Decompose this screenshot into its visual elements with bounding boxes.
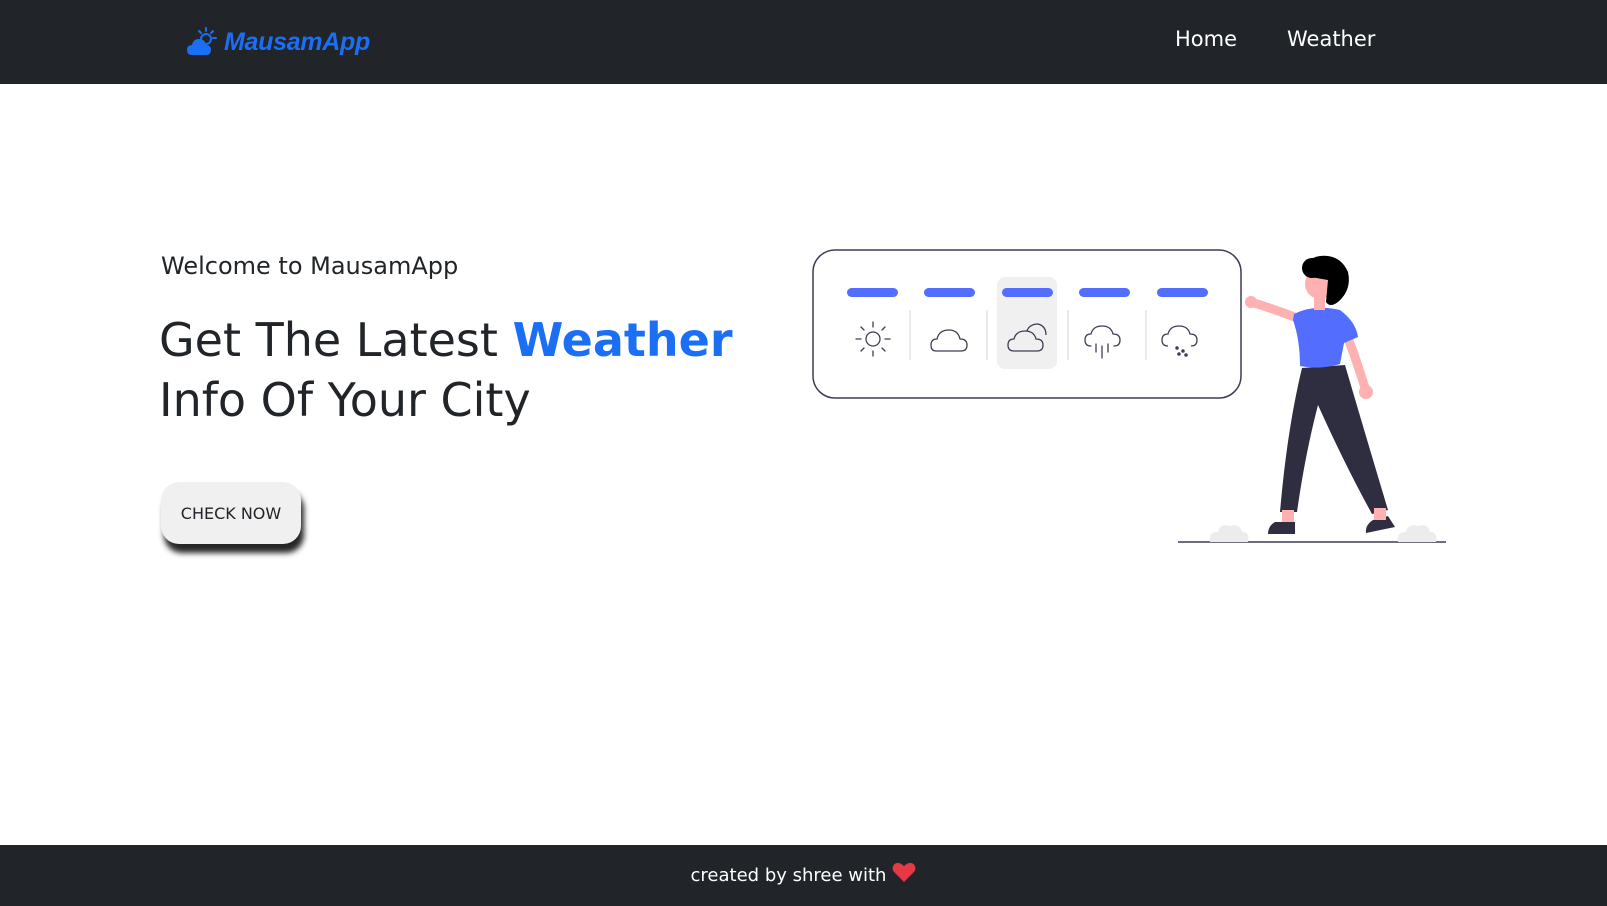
heart-icon <box>893 862 916 882</box>
sun-cloud-icon <box>187 27 217 55</box>
shrub-left <box>1209 525 1249 542</box>
navbar: MausamApp Home Weather <box>0 0 1607 84</box>
headline-part1: Get The Latest <box>159 313 513 367</box>
bar-4 <box>1079 288 1130 297</box>
weather-illustration <box>812 249 1446 543</box>
headline-accent: Weather <box>512 313 733 367</box>
bar-3 <box>1002 288 1053 297</box>
nav-weather-link[interactable]: Weather <box>1287 27 1375 51</box>
headline-part2: Info Of Your City <box>159 373 531 427</box>
footer: created by shree with <box>0 845 1607 906</box>
welcome-text: Welcome to MausamApp <box>161 252 459 280</box>
hero-headline: Get The Latest Weather Info Of Your City <box>159 310 779 430</box>
footer-text: created by shree with <box>690 865 887 886</box>
brand-label: MausamApp <box>224 27 370 56</box>
bar-2 <box>924 288 975 297</box>
shrub-right <box>1397 525 1437 542</box>
check-now-button[interactable]: CHECK NOW <box>161 482 301 544</box>
bar-5 <box>1157 288 1208 297</box>
woman-figure <box>1245 255 1395 534</box>
bar-1 <box>847 288 898 297</box>
brand-link[interactable]: MausamApp <box>186 26 370 58</box>
nav-home-link[interactable]: Home <box>1175 27 1237 51</box>
